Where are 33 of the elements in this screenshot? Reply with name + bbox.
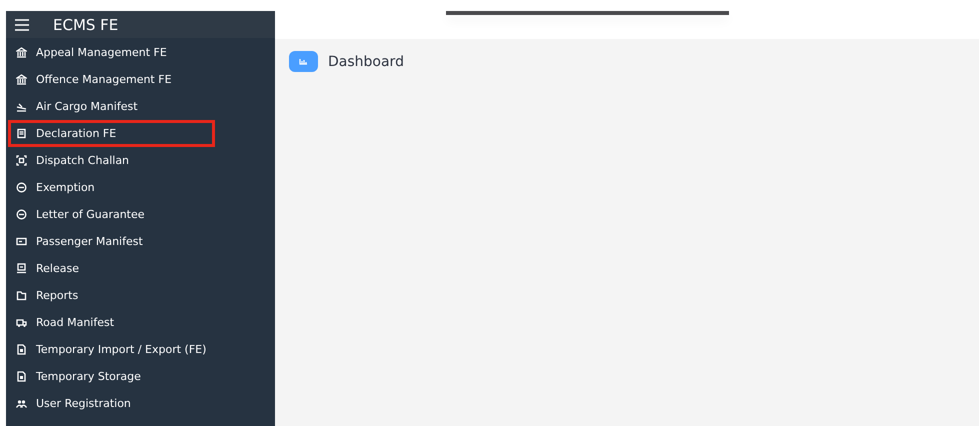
doc-icon [16, 128, 27, 139]
ticket-icon [16, 236, 27, 247]
menu-item[interactable]: Temporary Import / Export (FE) [6, 336, 215, 363]
app-title: ECMS FE [53, 16, 118, 34]
menu-item[interactable]: Reports [6, 282, 215, 309]
menu-item[interactable]: Dispatch Challan [6, 147, 215, 174]
truck-icon [16, 317, 27, 328]
bank-icon [16, 47, 27, 58]
menu-item[interactable]: Road Manifest [6, 309, 215, 336]
menu-item[interactable]: Offence Management FE [6, 66, 215, 93]
drag-handle[interactable] [446, 11, 729, 15]
highlighted-menu-item[interactable]: Declaration FE [8, 120, 215, 147]
file-icon [16, 344, 27, 355]
menu-item[interactable]: Exemption [6, 174, 215, 201]
chart-icon [289, 51, 318, 72]
menu-item[interactable]: Passenger Manifest [6, 228, 215, 255]
folder-icon [16, 290, 27, 301]
users-icon [16, 398, 27, 409]
bank-icon [16, 74, 27, 85]
menu-item[interactable]: Air Cargo Manifest [6, 93, 215, 120]
printer-icon [16, 263, 27, 274]
scan-icon [16, 155, 27, 166]
menu-item[interactable]: Letter of Guarantee [6, 201, 215, 228]
menu-item[interactable]: Appeal Management FE [6, 39, 215, 66]
menu-item[interactable]: Release [6, 255, 215, 282]
minus-circle-icon [16, 182, 27, 193]
page-title: Dashboard [328, 54, 404, 70]
plane-icon [16, 101, 27, 112]
menu-item[interactable]: Temporary Storage [6, 363, 215, 390]
file-icon [16, 371, 27, 382]
minus-circle-icon [16, 209, 27, 220]
menu-item[interactable]: User Registration [6, 390, 215, 417]
menu-icon[interactable] [15, 18, 29, 30]
